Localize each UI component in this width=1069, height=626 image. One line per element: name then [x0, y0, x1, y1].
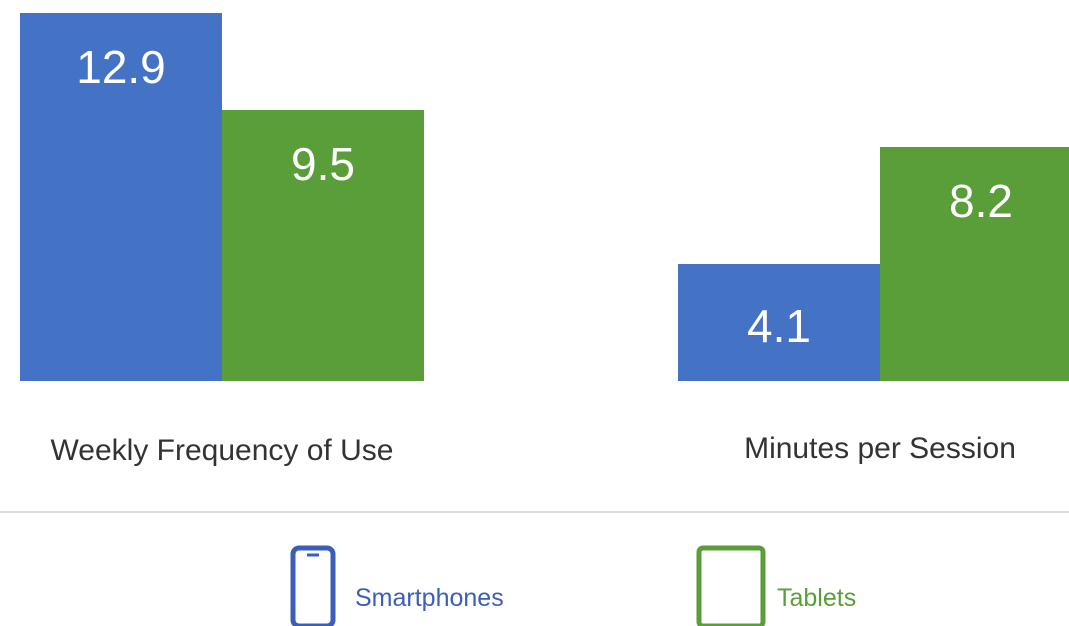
value-label-tablets-0: 9.5 [291, 138, 355, 190]
bars-layer [20, 13, 1069, 381]
value-label-smartphones-0: 12.9 [76, 41, 166, 93]
smartphone-icon [290, 545, 336, 626]
category-label-1: Minutes per Session [744, 432, 1016, 465]
legend-label-tablets: Tablets [777, 584, 856, 612]
tablet-icon [696, 545, 766, 626]
legend-item-tablets: Tablets [696, 545, 856, 626]
legend-label-smartphones: Smartphones [355, 584, 504, 612]
category-label-0: Weekly Frequency of Use [51, 434, 394, 467]
value-label-tablets-1: 8.2 [949, 175, 1013, 227]
category-labels-layer: Weekly Frequency of Use Minutes per Sessi… [51, 432, 1016, 467]
legend: Smartphones Tablets [290, 545, 856, 626]
value-label-smartphones-1: 4.1 [747, 300, 811, 352]
legend-item-smartphones: Smartphones [290, 545, 504, 626]
grouped-bar-chart: 12.9 9.5 4.1 8.2 Weekly Frequency of Use Min… [0, 13, 1069, 626]
